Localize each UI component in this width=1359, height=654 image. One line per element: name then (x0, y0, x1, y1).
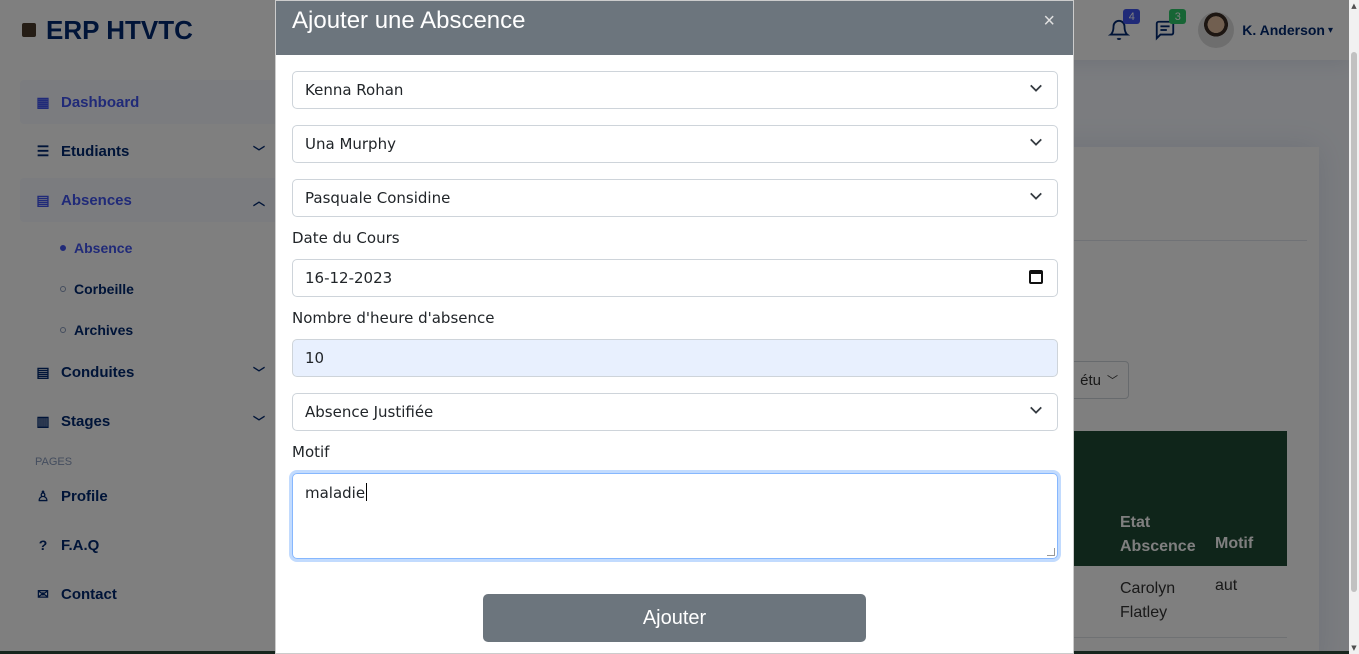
modal-title: Ajouter une Abscence (292, 7, 526, 34)
date-field[interactable]: 16-12-2023 (292, 259, 1058, 297)
chevron-down-icon (1030, 84, 1042, 92)
modal-body: Kenna Rohan Una Murphy Pasquale Considin… (276, 55, 1073, 559)
motif-textarea[interactable]: maladie (292, 473, 1058, 559)
motif-textarea-value: maladie (305, 484, 366, 502)
student-select-value: Kenna Rohan (305, 81, 404, 99)
scrollbar-thumb[interactable] (1351, 52, 1357, 592)
hours-label: Nombre d'heure d'absence (292, 309, 495, 327)
scrollbar[interactable]: ▲ ▼ (1349, 0, 1359, 654)
etat-select-value: Absence Justifiée (305, 403, 434, 421)
calendar-icon[interactable] (1029, 270, 1043, 284)
teacher-select-value: Una Murphy (305, 135, 396, 153)
chevron-down-icon (1030, 192, 1042, 200)
chevron-down-icon (1030, 406, 1042, 414)
scroll-up-arrow[interactable]: ▲ (1349, 0, 1359, 12)
hours-field[interactable]: 10 (292, 339, 1058, 377)
course-select[interactable]: Pasquale Considine (292, 179, 1058, 217)
chevron-down-icon (1030, 138, 1042, 146)
close-icon[interactable]: × (1043, 10, 1055, 33)
date-label: Date du Cours (292, 229, 400, 247)
course-select-value: Pasquale Considine (305, 189, 451, 207)
date-field-value: 16-12-2023 (305, 269, 393, 287)
modal-header: Ajouter une Abscence × (276, 1, 1073, 55)
motif-label: Motif (292, 443, 330, 461)
submit-button[interactable]: Ajouter (483, 594, 866, 642)
hours-field-value: 10 (305, 349, 325, 367)
resize-handle-icon[interactable] (1047, 548, 1055, 556)
text-cursor (366, 483, 368, 501)
etat-select[interactable]: Absence Justifiée (292, 393, 1058, 431)
scroll-down-arrow[interactable]: ▼ (1349, 642, 1359, 654)
add-absence-modal: Ajouter une Abscence × Kenna Rohan Una M… (275, 0, 1074, 654)
student-select[interactable]: Kenna Rohan (292, 71, 1058, 109)
teacher-select[interactable]: Una Murphy (292, 125, 1058, 163)
